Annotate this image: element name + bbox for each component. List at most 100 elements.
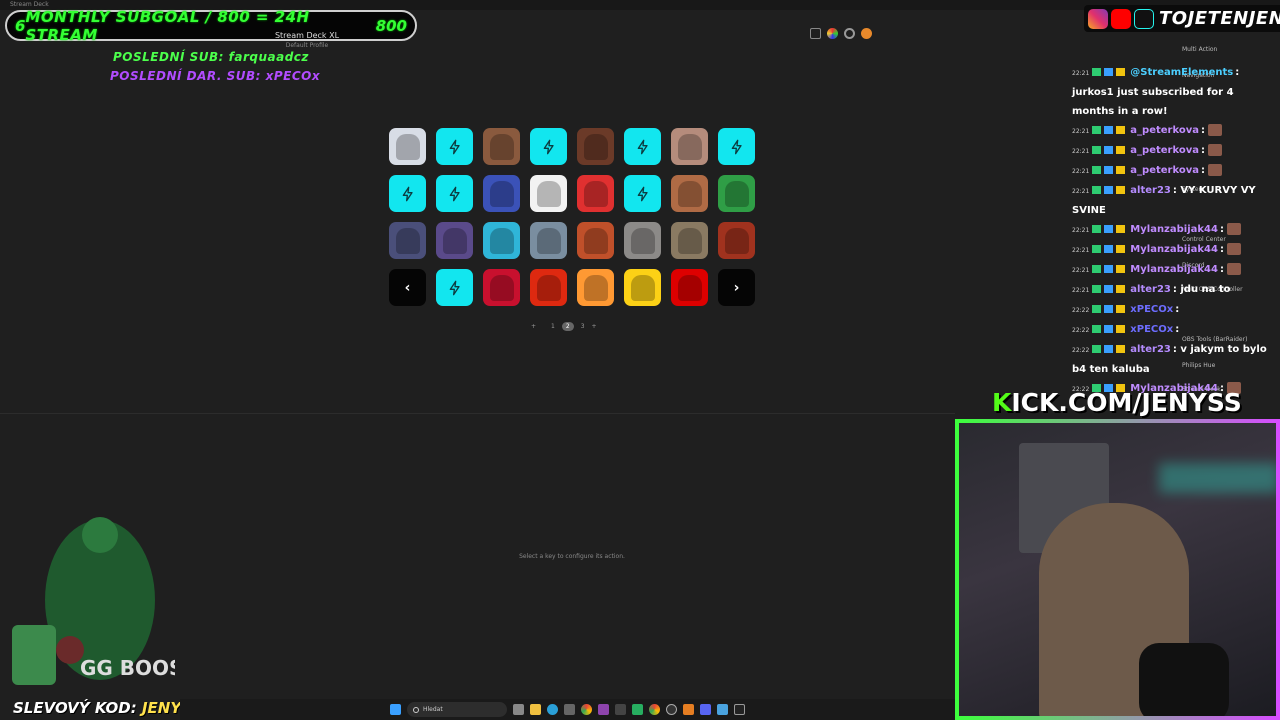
file-explorer-icon[interactable] <box>530 704 541 715</box>
deck-key-12[interactable] <box>530 175 567 212</box>
deck-key-8[interactable] <box>718 128 755 165</box>
page-add-button[interactable]: + <box>592 323 597 330</box>
chat-username: a_peterkova <box>1130 125 1199 136</box>
chat-username: @StreamElements <box>1130 67 1234 78</box>
deck-key-10[interactable] <box>436 175 473 212</box>
deck-key-19[interactable] <box>483 222 520 259</box>
lightning-icon <box>635 186 651 202</box>
chat-message: 22:21 Mylanzabijak44: <box>1072 240 1272 260</box>
deck-key-30[interactable] <box>624 269 661 306</box>
chat-time: 22:21 <box>1072 128 1090 135</box>
promo-label: SLEVOVÝ KOD: <box>13 699 137 717</box>
lightning-icon <box>729 139 745 155</box>
windows-start-icon[interactable] <box>390 704 401 715</box>
app-icon[interactable] <box>632 704 643 715</box>
chevron-left-icon: ‹ <box>404 279 411 296</box>
deck-key-5[interactable] <box>577 128 614 165</box>
man-photo-icon <box>489 133 514 160</box>
kick-url: ICK.COM/JENYSS <box>1011 388 1242 417</box>
chat-message: 22:21 a_peterkova: <box>1072 141 1272 161</box>
account-icon[interactable] <box>861 28 872 39</box>
deck-key-14[interactable] <box>624 175 661 212</box>
page-navigator: + 1 2 3 + <box>531 322 597 331</box>
deck-key-23[interactable] <box>671 222 708 259</box>
app-icon[interactable] <box>615 704 626 715</box>
deck-key-21[interactable] <box>577 222 614 259</box>
deck-key-9[interactable] <box>389 175 426 212</box>
task-view-icon[interactable] <box>513 704 524 715</box>
helicopter-icon <box>536 227 561 254</box>
page-1[interactable]: 1 <box>551 323 555 330</box>
deck-key-29[interactable] <box>577 269 614 306</box>
china-flag-icon <box>536 274 561 301</box>
chat-time: 22:21 <box>1072 247 1090 254</box>
deck-key-11[interactable] <box>483 175 520 212</box>
social-banner: TOJETENJENYS <box>1084 5 1280 32</box>
profile-name[interactable]: Default Profile <box>262 42 352 49</box>
taskbar-search[interactable]: Hledat <box>407 702 507 717</box>
deck-key-3[interactable] <box>483 128 520 165</box>
page-2[interactable]: 2 <box>561 322 574 331</box>
deck-key-18[interactable] <box>436 222 473 259</box>
deck-key-4[interactable] <box>530 128 567 165</box>
deck-key-31[interactable] <box>671 269 708 306</box>
bell-icon[interactable] <box>810 28 821 39</box>
lightning-icon <box>400 186 416 202</box>
deck-key-16[interactable] <box>718 175 755 212</box>
deck-key-32[interactable]: › <box>718 269 755 306</box>
device-selector[interactable]: Stream Deck XL Default Profile <box>262 31 352 49</box>
lightning-icon <box>447 280 463 296</box>
deck-key-6[interactable] <box>624 128 661 165</box>
mascot-brand: GG BOOSTER <box>80 656 175 680</box>
deck-key-22[interactable] <box>624 222 661 259</box>
kick-k: K <box>992 388 1012 417</box>
chat-text: : <box>1201 145 1205 156</box>
chat-text: : <box>1201 125 1205 136</box>
colombia-flag-icon <box>630 274 655 301</box>
subgoal-target: 800 <box>375 16 407 35</box>
panel-divider[interactable] <box>0 413 955 414</box>
deck-key-27[interactable] <box>483 269 520 306</box>
deck-key-17[interactable] <box>389 222 426 259</box>
deck-key-7[interactable] <box>671 128 708 165</box>
deck-key-25[interactable]: ‹ <box>389 269 426 306</box>
app-icon[interactable] <box>598 704 609 715</box>
chat-badges-icon <box>1092 225 1129 233</box>
chat-emote-icon <box>1226 243 1241 255</box>
deck-key-28[interactable] <box>530 269 567 306</box>
deck-key-13[interactable] <box>577 175 614 212</box>
chat-username: xPECOx <box>1130 304 1174 315</box>
deck-key-24[interactable] <box>718 222 755 259</box>
plugins-icon[interactable] <box>827 28 838 39</box>
chat-time: 22:21 <box>1072 227 1090 234</box>
gear-icon[interactable] <box>844 28 855 39</box>
chat-text: : <box>1201 165 1205 176</box>
lightning-icon <box>447 139 463 155</box>
app-icon[interactable] <box>683 704 694 715</box>
deck-key-26[interactable] <box>436 269 473 306</box>
deck-key-15[interactable] <box>671 175 708 212</box>
search-placeholder: Hledat <box>423 706 443 713</box>
notepad-icon[interactable] <box>717 704 728 715</box>
deck-key-1[interactable] <box>389 128 426 165</box>
obs-icon[interactable] <box>666 704 677 715</box>
chrome-icon[interactable] <box>649 704 660 715</box>
chat-time: 22:22 <box>1072 307 1090 314</box>
trophy-photo-icon <box>583 133 608 160</box>
stream-deck-icon[interactable] <box>734 704 745 715</box>
deck-key-2[interactable] <box>436 128 473 165</box>
chat-badges-icon <box>1092 305 1129 313</box>
edge-icon[interactable] <box>547 704 558 715</box>
fire-photo-icon <box>724 227 749 254</box>
discord-icon[interactable] <box>700 704 711 715</box>
action-item[interactable]: Multi Action <box>1182 46 1217 53</box>
page-prev-button[interactable]: + <box>531 323 536 330</box>
chrome-icon[interactable] <box>581 704 592 715</box>
page-3[interactable]: 3 <box>581 323 585 330</box>
chat-badges-icon <box>1092 245 1129 253</box>
chat-message: 22:22 xPECOx: <box>1072 320 1272 340</box>
couple-photo-icon <box>442 227 467 254</box>
settings-app-icon[interactable] <box>564 704 575 715</box>
chat-time: 22:21 <box>1072 287 1090 294</box>
deck-key-20[interactable] <box>530 222 567 259</box>
